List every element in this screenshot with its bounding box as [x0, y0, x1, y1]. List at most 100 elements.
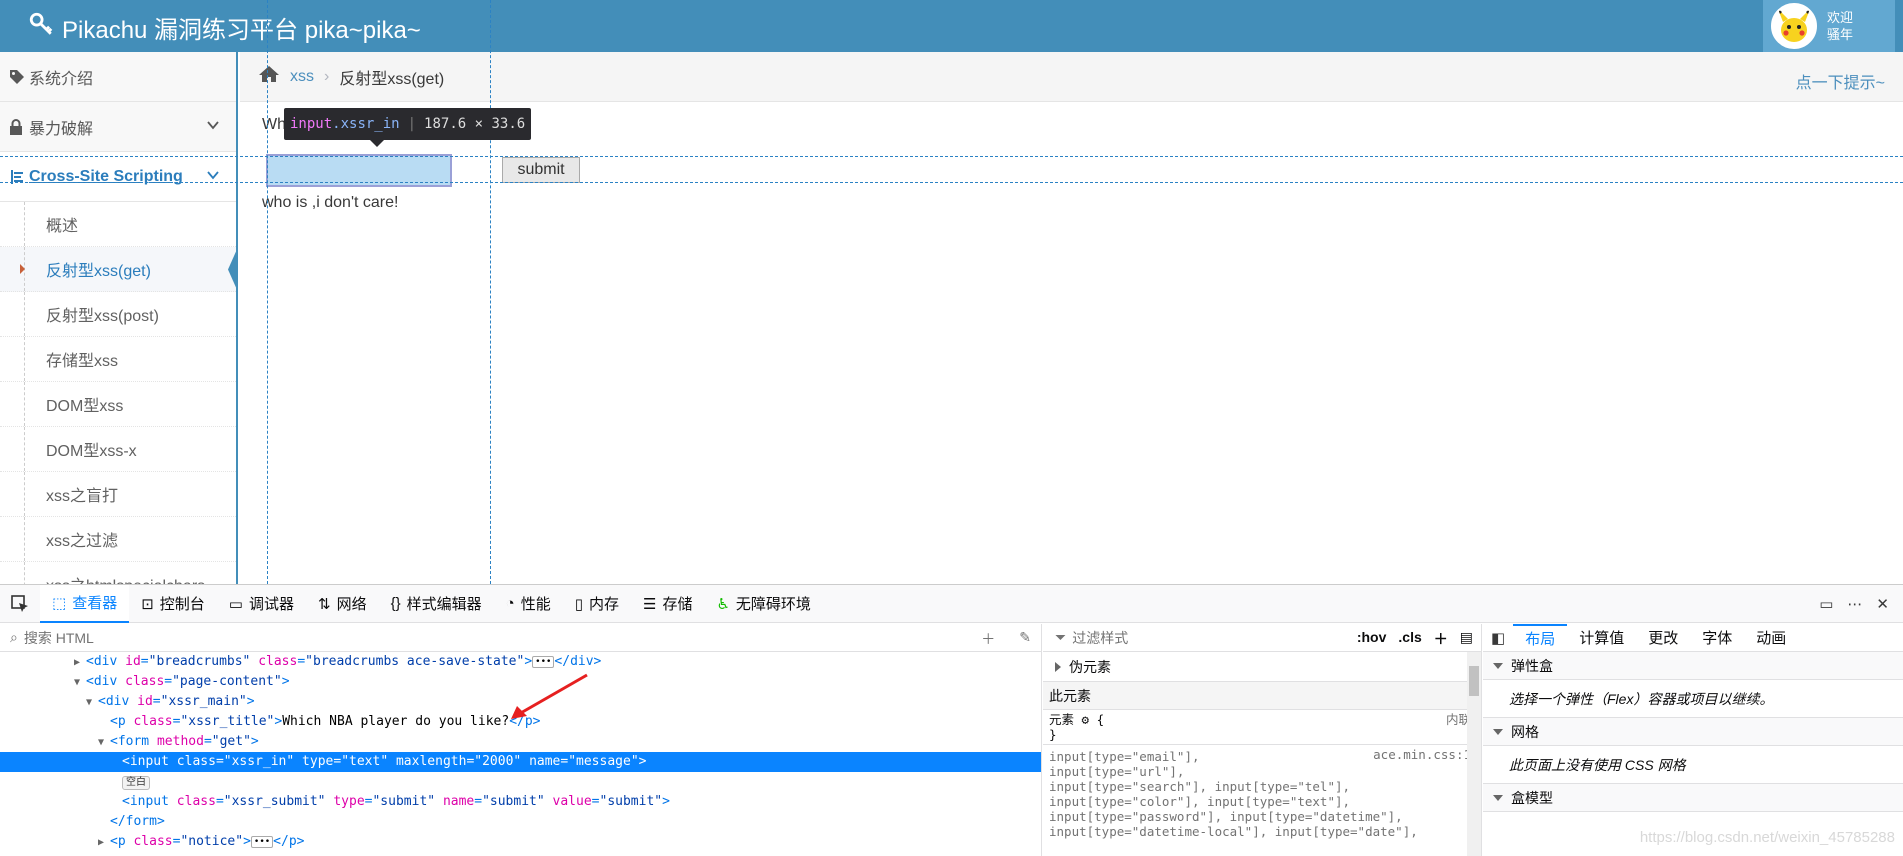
hov-toggle[interactable]: :hov — [1357, 629, 1387, 649]
whitespace-badge: 空白 — [122, 776, 150, 790]
lock-icon — [9, 118, 27, 135]
devtools-panel: ⬚ 查看器 ⊡ 控制台 ▭ 调试器 ⇅ 网络 {} 样式编辑器 ◔ 性能 ▯ 内存 ☰ 存储 ♿… — [0, 584, 1903, 856]
sidebar-item-bruteforce[interactable]: 暴力破解 — [0, 102, 236, 152]
braces-icon: {} — [390, 595, 401, 612]
tab-storage[interactable]: ☰ 存储 — [631, 585, 704, 623]
submit-button[interactable]: submit — [502, 157, 580, 183]
layout-tabs: ◧ 布局 计算值 更改 字体 动画 — [1483, 624, 1903, 652]
add-node-icon[interactable]: ＋ — [981, 629, 995, 649]
more-icon[interactable]: ⋯ — [1847, 595, 1862, 613]
submenu-item[interactable]: 概述 — [0, 202, 236, 247]
pseudo-elements-toggle[interactable]: 伪元素 — [1043, 652, 1481, 682]
flexbox-section[interactable]: 弹性盒 — [1483, 652, 1903, 680]
element-picker-icon[interactable] — [0, 585, 40, 623]
close-icon[interactable]: ✕ — [1876, 595, 1889, 613]
expand-right-icon: ▶ — [98, 837, 105, 848]
debugger-icon: ▭ — [228, 595, 243, 613]
submenu-item[interactable]: 存储型xss — [0, 337, 236, 382]
tab-layout[interactable]: 布局 — [1513, 624, 1568, 652]
submenu-label: 存储型xss — [46, 353, 119, 370]
markup-node[interactable]: <input class="xssr_submit" type="submit"… — [0, 792, 1041, 812]
home-icon[interactable] — [258, 65, 280, 88]
html-pane: ⌕ 搜索 HTML ＋ ✎ ▶ <div id="breadcrumbs" clas… — [0, 624, 1042, 856]
print-icon[interactable]: ▤ — [1460, 629, 1473, 649]
flexbox-message: 选择一个弹性（Flex）容器或项目以继续。 — [1483, 680, 1903, 718]
grid-message: 此页面上没有使用 CSS 网格 — [1483, 746, 1903, 784]
dock-icon[interactable]: ▭ — [1819, 595, 1833, 613]
selected-node[interactable]: <input class="xssr_in" type="text" maxle… — [0, 752, 1041, 772]
tab-console[interactable]: ⊡ 控制台 — [129, 585, 217, 623]
chevron-down-icon — [206, 168, 220, 187]
red-arrow-annotation — [511, 673, 588, 719]
submenu-item[interactable]: 反射型xss(post) — [0, 292, 236, 337]
inspector-tooltip: input.xssr_in | 187.6 × 33.6 — [284, 108, 532, 147]
grid-section[interactable]: 网格 — [1483, 718, 1903, 746]
tab-changes[interactable]: 更改 — [1636, 624, 1690, 652]
user-menu[interactable]: 欢迎 骚年 — [1763, 0, 1895, 52]
expand-down-icon: ▼ — [98, 737, 105, 748]
tab-debugger[interactable]: ▭ 调试器 — [217, 585, 306, 623]
sidebar-toggle-icon[interactable]: ◧ — [1483, 629, 1513, 647]
element-rule[interactable]: 元素 ⚙ { 内联 } — [1043, 710, 1481, 744]
highlight-guide — [0, 182, 1903, 183]
markup-node[interactable]: </form> — [0, 812, 1041, 832]
markup-node[interactable]: ▶ <div id="breadcrumbs" class="breadcrumb… — [0, 652, 1041, 672]
expand-down-icon: ▼ — [86, 697, 93, 708]
sidebar-item-xss[interactable]: Cross-Site Scripting — [0, 152, 236, 202]
filter-icon: ⏷ — [1055, 629, 1067, 645]
submenu-label: xss之htmlspecialchars — [46, 572, 205, 584]
submenu-item[interactable]: xss之过滤 — [0, 517, 236, 562]
submenu-item[interactable]: DOM型xss — [0, 382, 236, 427]
hint-link[interactable]: 点一下提示~ — [1796, 69, 1885, 93]
sidebar-item-label: 暴力破解 — [29, 120, 94, 138]
submenu-item-active[interactable]: 反射型xss(get) — [0, 247, 236, 292]
search-input[interactable]: 搜索 HTML — [24, 628, 94, 648]
css-rule[interactable]: ace.min.css:1 input[type="email"], input… — [1043, 744, 1481, 841]
gear-icon: ⚙ — [1081, 712, 1090, 727]
cls-toggle[interactable]: .cls — [1398, 629, 1421, 649]
chevron-down-icon — [206, 118, 220, 137]
app-title: Pikachu 漏洞练习平台 pika~pika~ — [62, 17, 421, 44]
watermark: https://blog.csdn.net/weixin_45785288 — [1639, 829, 1895, 846]
rules-filter[interactable]: ⏷ 过滤样式 :hov .cls ＋ ▤ — [1043, 624, 1481, 652]
tab-network[interactable]: ⇅ 网络 — [306, 585, 379, 623]
tab-performance[interactable]: ◔ 性能 — [494, 585, 563, 623]
tab-animations[interactable]: 动画 — [1744, 624, 1798, 652]
submenu-item[interactable]: xss之盲打 — [0, 472, 236, 517]
tab-memory[interactable]: ▯ 内存 — [563, 585, 631, 623]
add-rule-icon[interactable]: ＋ — [1434, 629, 1448, 649]
tab-fonts[interactable]: 字体 — [1690, 624, 1744, 652]
markup-node[interactable]: ▶ <p class="notice"> ••• </p> — [0, 832, 1041, 852]
highlight-guide — [0, 156, 1903, 157]
markup-node[interactable]: 空白 — [0, 772, 1041, 792]
submenu-item[interactable]: DOM型xss-x — [0, 427, 236, 472]
html-search[interactable]: ⌕ 搜索 HTML ＋ ✎ — [0, 624, 1041, 652]
tab-inspector[interactable]: ⬚ 查看器 — [40, 584, 130, 623]
brand[interactable]: Pikachu 漏洞练习平台 pika~pika~ — [28, 10, 421, 45]
eyedropper-icon[interactable]: ✎ — [1019, 629, 1031, 649]
layout-pane: ◧ 布局 计算值 更改 字体 动画 弹性盒 选择一个弹性（Flex）容器或项目以… — [1483, 624, 1903, 856]
submenu-item[interactable]: xss之htmlspecialchars — [0, 562, 236, 584]
expand-down-icon: ▼ — [74, 677, 81, 688]
key-icon — [28, 11, 54, 44]
tab-computed[interactable]: 计算值 — [1567, 624, 1636, 652]
caret-right-icon — [20, 264, 25, 274]
tab-style-editor[interactable]: {} 样式编辑器 — [379, 585, 494, 623]
submenu-label: DOM型xss — [46, 398, 124, 415]
tab-accessibility[interactable]: ♿ 无障碍环境 — [704, 585, 822, 623]
devtools-toolbar: ⬚ 查看器 ⊡ 控制台 ▭ 调试器 ⇅ 网络 {} 样式编辑器 ◔ 性能 ▯ 内存 ☰ 存储 ♿… — [0, 584, 1903, 623]
sidebar-item-intro[interactable]: 系统介绍 — [0, 52, 236, 102]
top-navbar: Pikachu 漏洞练习平台 pika~pika~ 欢迎 骚年 — [0, 0, 1903, 52]
scrollbar[interactable] — [1467, 652, 1481, 856]
network-icon: ⇅ — [318, 595, 331, 613]
breadcrumb-link[interactable]: xss — [290, 68, 314, 86]
search-icon: ⌕ — [10, 629, 18, 645]
markup-node[interactable]: ▼ <form method="get"> — [0, 732, 1041, 752]
filter-input[interactable]: 过滤样式 — [1072, 628, 1128, 648]
inspector-icon: ⬚ — [52, 594, 67, 612]
welcome-text: 欢迎 — [1827, 10, 1854, 25]
box-model-section[interactable]: 盒模型 — [1483, 784, 1903, 812]
avatar — [1771, 3, 1817, 49]
sidebar: 系统介绍 暴力破解 Cross-Site Scripting 概述 反射型xss… — [0, 52, 238, 584]
sidebar-item-label: 系统介绍 — [29, 70, 94, 88]
